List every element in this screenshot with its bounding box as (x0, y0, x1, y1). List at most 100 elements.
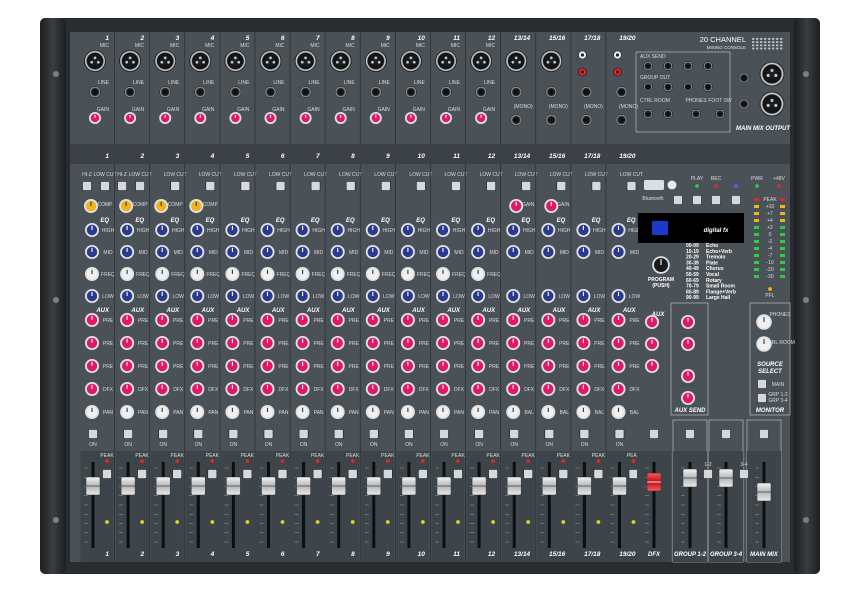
pan-knob[interactable] (85, 405, 99, 419)
pfl-button[interactable] (488, 469, 498, 479)
pfl-button[interactable] (347, 469, 358, 479)
line-input[interactable] (89, 86, 101, 98)
aux-send-knob[interactable] (225, 336, 240, 350)
aux-send-knob[interactable] (190, 313, 205, 327)
mic-input[interactable] (84, 50, 106, 72)
aux-send-knob[interactable] (120, 313, 135, 327)
aux-send-knob[interactable] (576, 359, 591, 373)
aux-send-knob[interactable] (576, 382, 591, 396)
aux-send-knob[interactable] (611, 359, 626, 373)
eq-high-knob[interactable] (471, 223, 486, 237)
aux-send-knob[interactable] (506, 382, 521, 396)
mic-input[interactable] (119, 50, 141, 72)
line-input[interactable] (194, 86, 207, 98)
pan-knob[interactable] (576, 405, 591, 419)
line-input-right[interactable] (510, 114, 522, 126)
aux-send-knob[interactable] (120, 336, 135, 350)
comp-knob[interactable] (84, 199, 98, 213)
low-cut-button[interactable] (100, 181, 110, 191)
aux-send-knob[interactable] (330, 313, 345, 327)
group-output[interactable] (643, 82, 653, 92)
eq-high-knob[interactable] (155, 223, 170, 237)
aux-send-knob[interactable] (436, 382, 450, 396)
low-cut-button[interactable] (416, 181, 426, 191)
pfl-button[interactable] (558, 469, 569, 479)
aux-send-knob[interactable] (260, 313, 275, 327)
aux-send-knob[interactable] (365, 336, 380, 350)
low-cut-button[interactable] (451, 181, 461, 191)
aux-send-knob[interactable] (576, 313, 591, 327)
gain-knob[interactable] (89, 112, 101, 124)
eq-high-knob[interactable] (400, 223, 415, 237)
aux-send-knob[interactable] (471, 336, 486, 350)
eq-mid-knob[interactable] (400, 245, 415, 259)
pan-knob[interactable] (436, 405, 450, 419)
eq-high-knob[interactable] (541, 223, 556, 237)
aux-send-knob[interactable] (471, 359, 486, 373)
low-cut-button[interactable] (205, 181, 216, 191)
pfl-button[interactable] (523, 469, 534, 479)
pfl-button[interactable] (172, 469, 182, 479)
aux-send-knob[interactable] (365, 313, 380, 327)
aux-send-knob[interactable] (330, 359, 345, 373)
pfl-button[interactable] (312, 469, 323, 479)
eq-high-knob[interactable] (295, 223, 310, 237)
channel-on-button[interactable] (228, 429, 239, 439)
eq-freq-knob[interactable] (190, 267, 205, 281)
mic-input[interactable] (400, 50, 422, 72)
aux-send-knob[interactable] (436, 359, 450, 373)
aux-send-knob[interactable] (295, 359, 310, 373)
line-input[interactable] (405, 86, 417, 98)
group-output[interactable] (703, 82, 713, 92)
aux-send-knob[interactable] (260, 336, 275, 350)
aux-send-knob[interactable] (471, 313, 486, 327)
channel-on-button[interactable] (368, 429, 379, 439)
pan-knob[interactable] (120, 405, 135, 419)
gain-knob[interactable] (475, 112, 488, 124)
gain-knob[interactable] (229, 112, 242, 124)
eq-high-knob[interactable] (506, 223, 521, 237)
eq-high-knob[interactable] (330, 223, 345, 237)
eq-freq-knob[interactable] (400, 267, 415, 281)
aux-send-knob[interactable] (330, 336, 345, 350)
line-input-left[interactable] (580, 86, 593, 98)
aux-send-master-knob[interactable] (681, 337, 695, 351)
media-button[interactable] (692, 195, 702, 205)
eq-mid-knob[interactable] (120, 245, 135, 259)
pan-knob[interactable] (471, 405, 486, 419)
pfl-button[interactable] (277, 469, 288, 479)
eq-low-knob[interactable] (436, 289, 450, 303)
aux-send-knob[interactable] (295, 313, 310, 327)
channel-on-button[interactable] (579, 429, 590, 439)
eq-mid-knob[interactable] (295, 245, 310, 259)
master-on-button[interactable] (759, 429, 769, 439)
aux-send-output[interactable] (703, 61, 713, 71)
aux-channel-knob[interactable] (645, 337, 659, 351)
channel-on-button[interactable] (193, 429, 204, 439)
line-input-left[interactable] (615, 86, 628, 98)
hiz-button[interactable] (117, 181, 127, 191)
eq-low-knob[interactable] (155, 289, 170, 303)
aux-send-knob[interactable] (120, 359, 135, 373)
ctrl-room-output[interactable] (643, 109, 653, 119)
mic-input[interactable] (435, 50, 457, 72)
eq-high-knob[interactable] (190, 223, 205, 237)
gain-knob[interactable] (124, 112, 137, 124)
aux-send-knob[interactable] (541, 359, 556, 373)
low-cut-button[interactable] (556, 181, 567, 191)
aux-send-knob[interactable] (576, 336, 591, 350)
pfl-button[interactable] (242, 469, 253, 479)
group12-assign-button[interactable] (703, 469, 713, 479)
eq-freq-knob[interactable] (365, 267, 380, 281)
aux-channel-knob[interactable] (645, 315, 659, 329)
eq-high-knob[interactable] (225, 223, 240, 237)
aux-send-knob[interactable] (436, 313, 450, 327)
eq-freq-knob[interactable] (436, 267, 450, 281)
pfl-button[interactable] (137, 469, 147, 479)
pan-knob[interactable] (365, 405, 380, 419)
low-cut-button[interactable] (521, 181, 532, 191)
line-input-left[interactable] (545, 86, 558, 98)
eq-low-knob[interactable] (120, 289, 135, 303)
main-out-jack-right[interactable] (738, 98, 750, 110)
gain-knob[interactable] (404, 112, 417, 124)
